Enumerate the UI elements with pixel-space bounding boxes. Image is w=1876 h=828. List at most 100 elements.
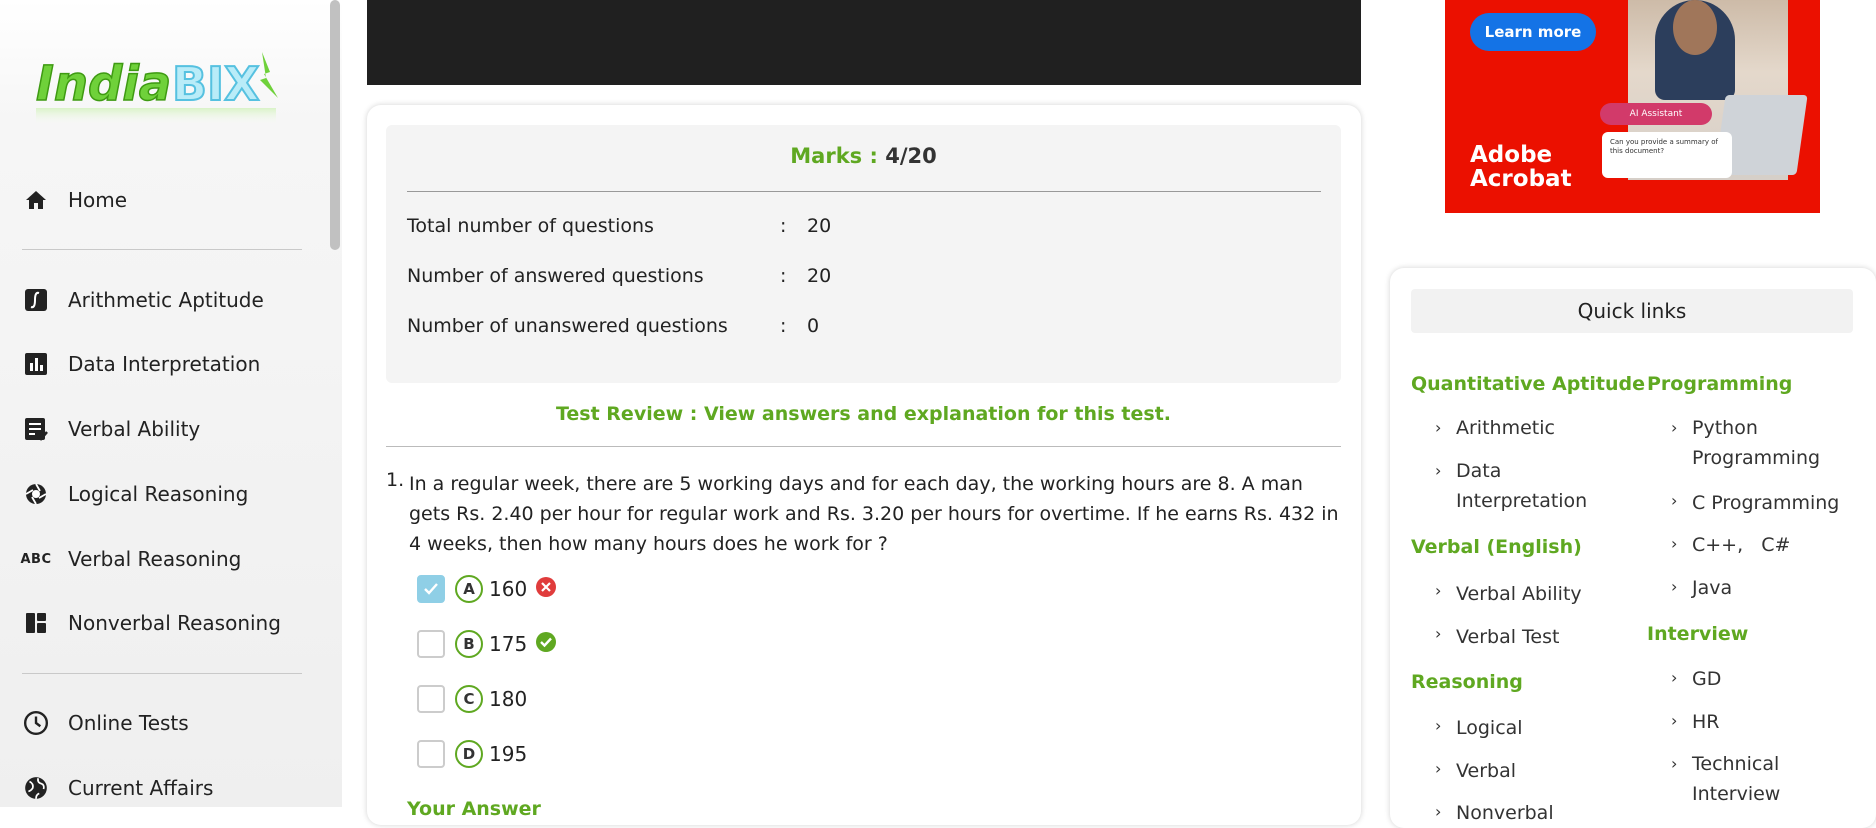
ql-link-verbal-ability[interactable]: Verbal Ability — [1456, 579, 1582, 609]
sidebar-item-nonverbal-reasoning[interactable]: Nonverbal Reasoning — [22, 603, 281, 643]
answered-questions-label: Number of answered questions — [407, 265, 704, 287]
globe-icon — [22, 774, 50, 802]
total-questions-colon: : — [780, 215, 787, 237]
sidebar-item-label: Verbal Ability — [68, 417, 201, 441]
option-d-checkbox[interactable] — [417, 740, 445, 768]
advertisement[interactable]: Learn more AI Assistant Can you provide … — [1445, 0, 1820, 213]
option-a[interactable]: A 160 — [417, 574, 557, 604]
ql-link-verbal-test[interactable]: Verbal Test — [1456, 622, 1559, 652]
chevron-right-icon: › — [1671, 577, 1678, 596]
sidebar: India BIX Home Arithmetic Aptitude Data … — [0, 0, 342, 807]
option-c[interactable]: C 180 — [417, 684, 535, 714]
summary-divider — [407, 191, 1321, 192]
ad-brand-line1: Adobe — [1470, 142, 1553, 168]
wrong-icon — [535, 576, 557, 602]
sidebar-item-online-tests[interactable]: Online Tests — [22, 703, 189, 743]
ql-link-logical[interactable]: Logical — [1456, 713, 1523, 743]
sidebar-item-verbal-reasoning[interactable]: ABC Verbal Reasoning — [20, 539, 242, 579]
ql-category-quantitative-aptitude[interactable]: Quantitative Aptitude — [1411, 373, 1645, 395]
ql-link-cpp-csharp[interactable]: C++, C# — [1692, 530, 1790, 560]
ad-chat-bubble: Can you provide a summary of this docume… — [1602, 132, 1732, 178]
aperture-icon — [22, 480, 50, 508]
clock-icon — [22, 709, 50, 737]
option-b[interactable]: B 175 — [417, 629, 557, 659]
logo-spark-icon — [260, 52, 278, 98]
checkmark-icon — [424, 583, 438, 595]
chevron-right-icon: › — [1435, 802, 1442, 821]
ql-link-data-interpretation[interactable]: Data Interpretation — [1456, 456, 1596, 516]
chevron-right-icon: › — [1671, 711, 1678, 730]
ql-category-verbal-english[interactable]: Verbal (English) — [1411, 536, 1582, 558]
option-letter: B — [455, 630, 483, 658]
chevron-right-icon: › — [1435, 418, 1442, 437]
sidebar-item-logical-reasoning[interactable]: Logical Reasoning — [22, 474, 248, 514]
sidebar-item-arithmetic-aptitude[interactable]: Arithmetic Aptitude — [22, 280, 264, 320]
bar-chart-icon — [22, 350, 50, 378]
sidebar-item-label: Online Tests — [68, 711, 189, 735]
home-icon — [22, 186, 50, 214]
chevron-right-icon: › — [1671, 418, 1678, 437]
unanswered-questions-value: 0 — [807, 315, 820, 337]
sidebar-item-label: Current Affairs — [68, 776, 214, 800]
ql-link-java[interactable]: Java — [1692, 573, 1732, 603]
answered-questions-colon: : — [780, 265, 787, 287]
option-d[interactable]: D 195 — [417, 739, 535, 769]
abc-icon: ABC — [20, 551, 52, 567]
sidebar-item-home[interactable]: Home — [22, 180, 127, 220]
ql-category-reasoning[interactable]: Reasoning — [1411, 671, 1523, 693]
ql-category-interview[interactable]: Interview — [1647, 623, 1748, 645]
sidebar-item-label: Arithmetic Aptitude — [68, 288, 264, 312]
ad-person-head — [1673, 0, 1717, 55]
option-a-checkbox[interactable] — [417, 575, 445, 603]
quick-links-title: Quick links — [1411, 289, 1853, 333]
ad-brand: Adobe Acrobat — [1470, 143, 1572, 191]
integral-icon — [22, 286, 50, 314]
sidebar-item-current-affairs[interactable]: Current Affairs — [22, 768, 213, 808]
ql-link-arithmetic[interactable]: Arithmetic — [1456, 413, 1555, 443]
review-divider — [386, 446, 1341, 447]
indiabix-logo[interactable]: India BIX — [30, 42, 290, 132]
chevron-right-icon: › — [1671, 668, 1678, 687]
correct-icon — [535, 631, 557, 657]
ql-link-technical-interview[interactable]: Technical Interview — [1692, 749, 1812, 809]
ad-brand-line2: Acrobat — [1470, 166, 1572, 192]
ad-ai-assistant-chip: AI Assistant — [1600, 103, 1712, 125]
question-text: In a regular week, there are 5 working d… — [409, 473, 1339, 555]
marks-value: 4/20 — [885, 144, 937, 168]
sidebar-item-label: Nonverbal Reasoning — [68, 611, 281, 635]
sidebar-divider — [22, 249, 302, 250]
total-questions-label: Total number of questions — [407, 215, 654, 237]
sidebar-item-data-interpretation[interactable]: Data Interpretation — [22, 344, 260, 384]
chevron-right-icon: › — [1671, 534, 1678, 553]
option-c-checkbox[interactable] — [417, 685, 445, 713]
answered-questions-value: 20 — [807, 265, 832, 287]
option-value: 180 — [489, 687, 528, 711]
sidebar-item-verbal-ability[interactable]: Verbal Ability — [22, 409, 200, 449]
ad-learn-more-button[interactable]: Learn more — [1470, 13, 1596, 51]
unanswered-questions-colon: : — [780, 315, 787, 337]
video-player[interactable] — [367, 0, 1361, 85]
checklist-icon — [22, 415, 50, 443]
marks-score: Marks : 4/20 — [386, 144, 1341, 168]
ql-category-programming[interactable]: Programming — [1647, 373, 1792, 395]
ql-link-verbal[interactable]: Verbal — [1456, 756, 1516, 786]
sidebar-item-label: Data Interpretation — [68, 352, 261, 376]
unanswered-questions-label: Number of unanswered questions — [407, 315, 728, 337]
ql-link-c-programming[interactable]: C Programming — [1692, 488, 1839, 518]
test-review-link[interactable]: Test Review : View answers and explanati… — [386, 403, 1341, 425]
chevron-right-icon: › — [1435, 759, 1442, 778]
marks-label: Marks : — [790, 144, 878, 168]
ql-link-python-programming[interactable]: Python Programming — [1692, 413, 1832, 473]
chevron-right-icon: › — [1435, 716, 1442, 735]
option-b-checkbox[interactable] — [417, 630, 445, 658]
ql-link-gd[interactable]: GD — [1692, 664, 1721, 694]
sidebar-scrollbar[interactable] — [330, 0, 340, 250]
logo-reflection — [36, 108, 276, 126]
sidebar-divider — [22, 673, 302, 674]
total-questions-value: 20 — [807, 215, 832, 237]
option-value: 160 — [489, 577, 528, 601]
ql-link-nonverbal[interactable]: Nonverbal — [1456, 798, 1554, 828]
ql-link-hr[interactable]: HR — [1692, 707, 1720, 737]
sidebar-item-label: Home — [68, 188, 128, 212]
chevron-right-icon: › — [1435, 461, 1442, 480]
